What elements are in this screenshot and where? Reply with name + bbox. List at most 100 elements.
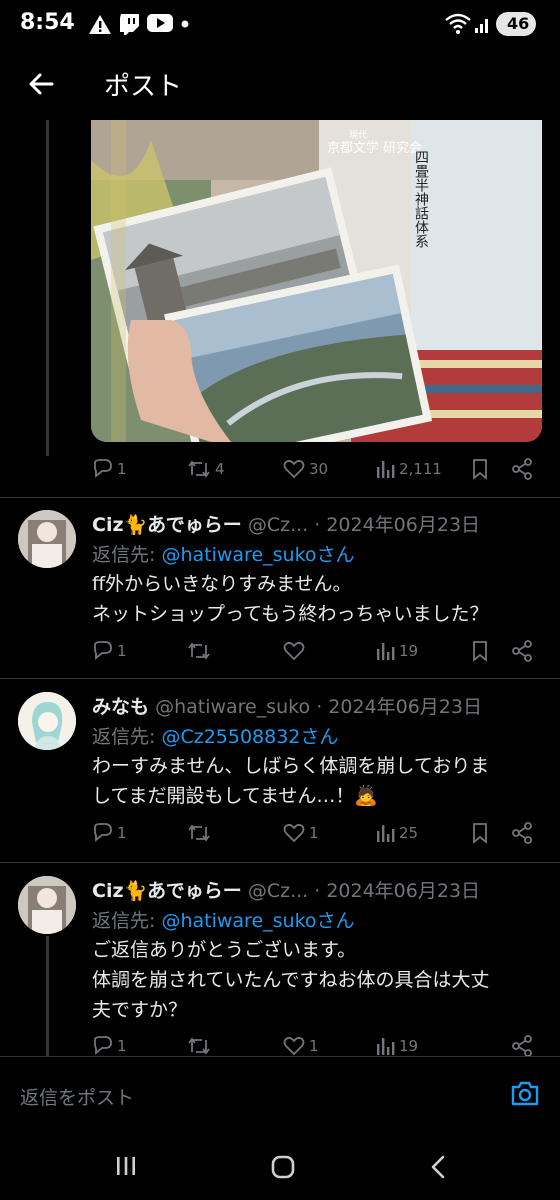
avatar[interactable]	[18, 510, 76, 568]
handle[interactable]: @Cz...	[248, 514, 308, 536]
views-button[interactable]: 2,111	[375, 458, 442, 480]
repost-arrows-icon	[188, 460, 210, 478]
tweet-text: ff外からいきなりすみません。 ネットショップってもう終わっちゃいました？	[92, 573, 489, 625]
repost-arrows-icon	[188, 1037, 210, 1055]
bookmark-button[interactable]	[471, 640, 489, 662]
display-name[interactable]: みなも	[92, 696, 149, 718]
main-post-actions: 1 4 30 2,111	[91, 454, 542, 484]
bookmark-button[interactable]	[471, 822, 489, 844]
share-icon	[512, 822, 532, 844]
warning-icon	[89, 15, 111, 34]
page-title: ポスト	[104, 72, 183, 102]
reply-tweet[interactable]: みなも @hatiware_suko · 2024年06月23日 返信先: @C…	[0, 680, 560, 858]
like-button[interactable]	[283, 640, 309, 662]
reply-to-link[interactable]: @hatiware_sukoさん	[161, 544, 354, 566]
reply-tweet[interactable]: Ciz🐈あでゅらー @Cz... · 2024年06月23日 返信先: @hat…	[0, 498, 560, 676]
views-button[interactable]: 19	[375, 1035, 418, 1057]
camera-icon[interactable]	[510, 1079, 540, 1107]
repost-arrows-icon	[188, 824, 210, 842]
reply-count: 1	[117, 460, 127, 478]
battery-level: 46	[507, 14, 530, 33]
share-button[interactable]	[511, 640, 533, 662]
post-date: · 2024年06月23日	[316, 696, 482, 718]
like-count: 1	[309, 1037, 319, 1055]
reply-composer[interactable]: 返信をポスト	[0, 1056, 560, 1133]
reply-prefix: 返信先:	[92, 910, 162, 932]
bookmark-icon	[473, 823, 487, 844]
reply-count: 1	[117, 642, 127, 660]
share-button[interactable]	[511, 822, 533, 844]
reply-button[interactable]: 1	[91, 458, 127, 480]
tweet-actions: 1 1 25	[91, 818, 542, 848]
back-nav-icon[interactable]	[428, 1154, 448, 1180]
battery-indicator: 46	[496, 12, 536, 36]
heart-icon	[283, 823, 305, 843]
share-icon	[512, 640, 532, 662]
bar-chart-icon	[377, 825, 395, 842]
status-bar: 8:54 46	[0, 0, 560, 52]
tweet-actions: 1 19	[91, 636, 542, 666]
bookmark-icon	[473, 459, 487, 480]
reply-button[interactable]: 1	[91, 640, 127, 662]
system-nav-bar	[0, 1132, 560, 1200]
bookmark-button[interactable]	[471, 458, 489, 480]
views-button[interactable]: 19	[375, 640, 418, 662]
like-count: 30	[309, 460, 329, 478]
like-button[interactable]: 1	[283, 822, 319, 844]
arrow-left-icon[interactable]	[22, 64, 62, 104]
speech-bubble-icon	[94, 1036, 112, 1055]
tweet-text: わーすみません、しばらく体調を崩しておりま してまだ開設もしてません…！🙇	[92, 755, 490, 807]
repost-button[interactable]	[187, 822, 215, 844]
home-icon[interactable]	[270, 1154, 296, 1180]
handle[interactable]: @hatiware_suko	[155, 696, 310, 718]
top-app-bar: ポスト	[0, 52, 560, 120]
recent-apps-icon[interactable]	[114, 1154, 138, 1178]
youtube-icon	[147, 14, 173, 32]
like-button[interactable]: 30	[283, 458, 328, 480]
repost-button[interactable]: 4	[187, 458, 225, 480]
like-count: 1	[309, 824, 319, 842]
divider	[0, 862, 560, 863]
avatar[interactable]	[18, 692, 76, 750]
display-name[interactable]: Ciz🐈あでゅらー	[92, 880, 242, 902]
views-button[interactable]: 25	[375, 822, 418, 844]
share-button[interactable]	[511, 1035, 533, 1057]
bar-chart-icon	[377, 1038, 395, 1055]
book-subtitle: 現代	[349, 130, 367, 141]
views-count: 2,111	[399, 460, 442, 478]
reply-button[interactable]: 1	[91, 822, 127, 844]
status-time: 8:54	[20, 10, 75, 35]
repost-button[interactable]	[187, 1035, 215, 1057]
reply-count: 1	[117, 1037, 127, 1055]
repost-arrows-icon	[188, 642, 210, 660]
reply-input-placeholder[interactable]: 返信をポスト	[20, 1083, 134, 1110]
reply-prefix: 返信先:	[92, 726, 162, 748]
reply-to-link[interactable]: @Cz25508832さん	[161, 726, 338, 748]
views-count: 19	[399, 642, 419, 660]
heart-icon	[283, 1036, 305, 1056]
share-icon	[512, 1035, 532, 1057]
twitch-icon	[120, 14, 139, 35]
post-image[interactable]: 現代 京都文学 研究会 四畳半神話体系	[91, 120, 542, 442]
reply-count: 1	[117, 824, 127, 842]
bookmark-icon	[473, 641, 487, 662]
speech-bubble-icon	[94, 823, 112, 842]
share-button[interactable]	[511, 458, 533, 480]
views-count: 25	[399, 824, 419, 842]
display-name[interactable]: Ciz🐈あでゅらー	[92, 514, 242, 536]
reply-prefix: 返信先:	[92, 544, 162, 566]
signal-icon	[475, 19, 488, 33]
book-title-1: 京都文学 研究会	[327, 140, 422, 156]
divider	[0, 678, 560, 679]
reply-tweet[interactable]: Ciz🐈あでゅらー @Cz... · 2024年06月23日 返信先: @hat…	[0, 864, 560, 1057]
avatar[interactable]	[18, 876, 76, 934]
book-title-2: 四畳半神話体系	[413, 150, 429, 248]
repost-button[interactable]	[187, 640, 215, 662]
reply-to-link[interactable]: @hatiware_sukoさん	[161, 910, 354, 932]
reply-button[interactable]: 1	[91, 1035, 127, 1057]
like-button[interactable]: 1	[283, 1035, 319, 1057]
tweet-text: ご返信ありがとうございます。 体調を崩されていたんですねお体の具合は大丈 夫です…	[92, 939, 490, 1021]
bar-chart-icon	[377, 643, 395, 660]
handle[interactable]: @Cz...	[248, 880, 308, 902]
repost-count: 4	[215, 460, 225, 478]
